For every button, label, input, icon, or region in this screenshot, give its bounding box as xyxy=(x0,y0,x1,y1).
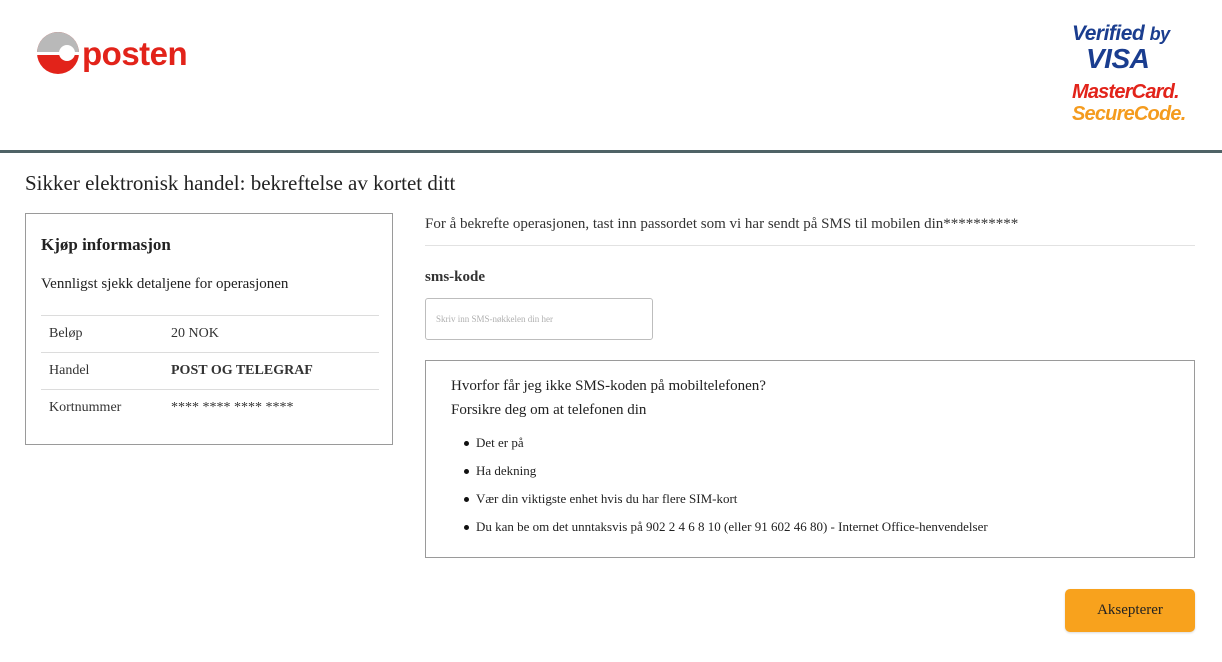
purchase-info-subtitle: Vennligst sjekk detaljene for operasjone… xyxy=(41,276,289,292)
page-title: Sikker elektronisk handel: bekreftelse a… xyxy=(25,171,456,195)
mastercard-securecode-line1: MasterCard. xyxy=(1072,81,1180,103)
table-row: Beløp 20 NOK xyxy=(41,315,379,353)
verified-by-visa-line2: VISA xyxy=(1086,43,1150,74)
sms-help-subtitle: Forsikre deg om at telefonen din xyxy=(451,402,647,418)
merchant-value: POST OG TELEGRAF xyxy=(171,352,379,390)
list-item: Det er på xyxy=(451,433,988,461)
verified-by-visa-by: by xyxy=(1149,24,1171,44)
list-item: Ha dekning xyxy=(451,461,988,489)
list-item-text: Du kan be om det unntaksvis på 902 2 4 6… xyxy=(476,519,988,534)
card-scheme-logos: Verified by VISA MasterCard. SecureCode. xyxy=(1072,22,1188,124)
merchant-label: Handel xyxy=(41,352,171,390)
list-item: Vær din viktigste enhet hvis du har fler… xyxy=(451,489,988,517)
sms-help-list: Det er på Ha dekning Vær din viktigste e… xyxy=(451,433,988,545)
table-row: Handel POST OG TELEGRAF xyxy=(41,352,379,390)
mastercard-securecode-line2: SecureCode. xyxy=(1072,103,1186,125)
amount-value: 20 NOK xyxy=(171,315,379,353)
sms-help-title: Hvorfor får jeg ikke SMS-koden på mobilt… xyxy=(451,378,766,394)
card-number-value: **** **** **** **** xyxy=(171,389,379,426)
purchase-info-table: Beløp 20 NOK Handel POST OG TELEGRAF Kor… xyxy=(41,315,379,426)
list-item-text: Ha dekning xyxy=(476,463,537,478)
amount-label: Beløp xyxy=(41,315,171,353)
list-item-text: Det er på xyxy=(476,435,524,450)
bullet-icon xyxy=(464,525,469,530)
sms-instruction-text: For å bekrefte operasjonen, tast inn pas… xyxy=(425,216,1195,246)
purchase-info-title: Kjøp informasjon xyxy=(41,235,171,254)
posten-logo: posten xyxy=(36,28,188,78)
table-row: Kortnummer **** **** **** **** xyxy=(41,389,379,426)
bullet-icon xyxy=(464,441,469,446)
purchase-info-panel: Kjøp informasjon Vennligst sjekk detalje… xyxy=(25,213,393,445)
verified-by-visa-line1: Verified xyxy=(1072,22,1145,45)
list-item-text: Vær din viktigste enhet hvis du har fler… xyxy=(476,491,738,506)
posten-logo-text: posten xyxy=(82,35,188,72)
sms-help-panel: Hvorfor får jeg ikke SMS-koden på mobilt… xyxy=(425,360,1195,558)
posten-logo-icon xyxy=(36,32,80,74)
list-item: Du kan be om det unntaksvis på 902 2 4 6… xyxy=(451,517,988,545)
card-number-label: Kortnummer xyxy=(41,389,171,426)
bullet-icon xyxy=(464,469,469,474)
page-header: posten Verified by VISA MasterCard. Secu… xyxy=(0,0,1222,153)
accept-button[interactable]: Aksepterer xyxy=(1065,589,1195,632)
sms-code-input[interactable] xyxy=(425,298,653,340)
sms-code-label: sms-kode xyxy=(425,269,486,285)
bullet-icon xyxy=(464,497,469,502)
